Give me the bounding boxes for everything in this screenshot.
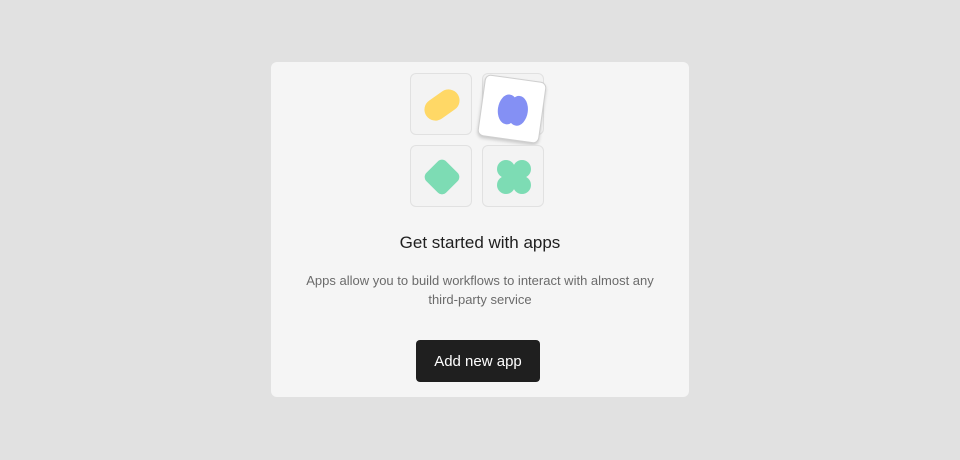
illustration-tile — [482, 145, 544, 207]
empty-state-card: Get started with apps Apps allow you to … — [271, 62, 689, 397]
green-clover-icon — [497, 160, 531, 194]
blue-blob-icon — [497, 94, 528, 126]
yellow-blob-icon — [424, 89, 460, 121]
illustration-tile-lifted — [476, 73, 548, 145]
empty-state-description: Apps allow you to build workflows to int… — [306, 273, 654, 307]
green-diamond-icon — [424, 159, 460, 195]
empty-state-title: Get started with apps — [399, 233, 561, 252]
illustration-tile — [410, 73, 472, 135]
apps-illustration — [410, 73, 548, 209]
add-new-app-button[interactable]: Add new app — [416, 340, 540, 382]
illustration-tile — [410, 145, 472, 207]
